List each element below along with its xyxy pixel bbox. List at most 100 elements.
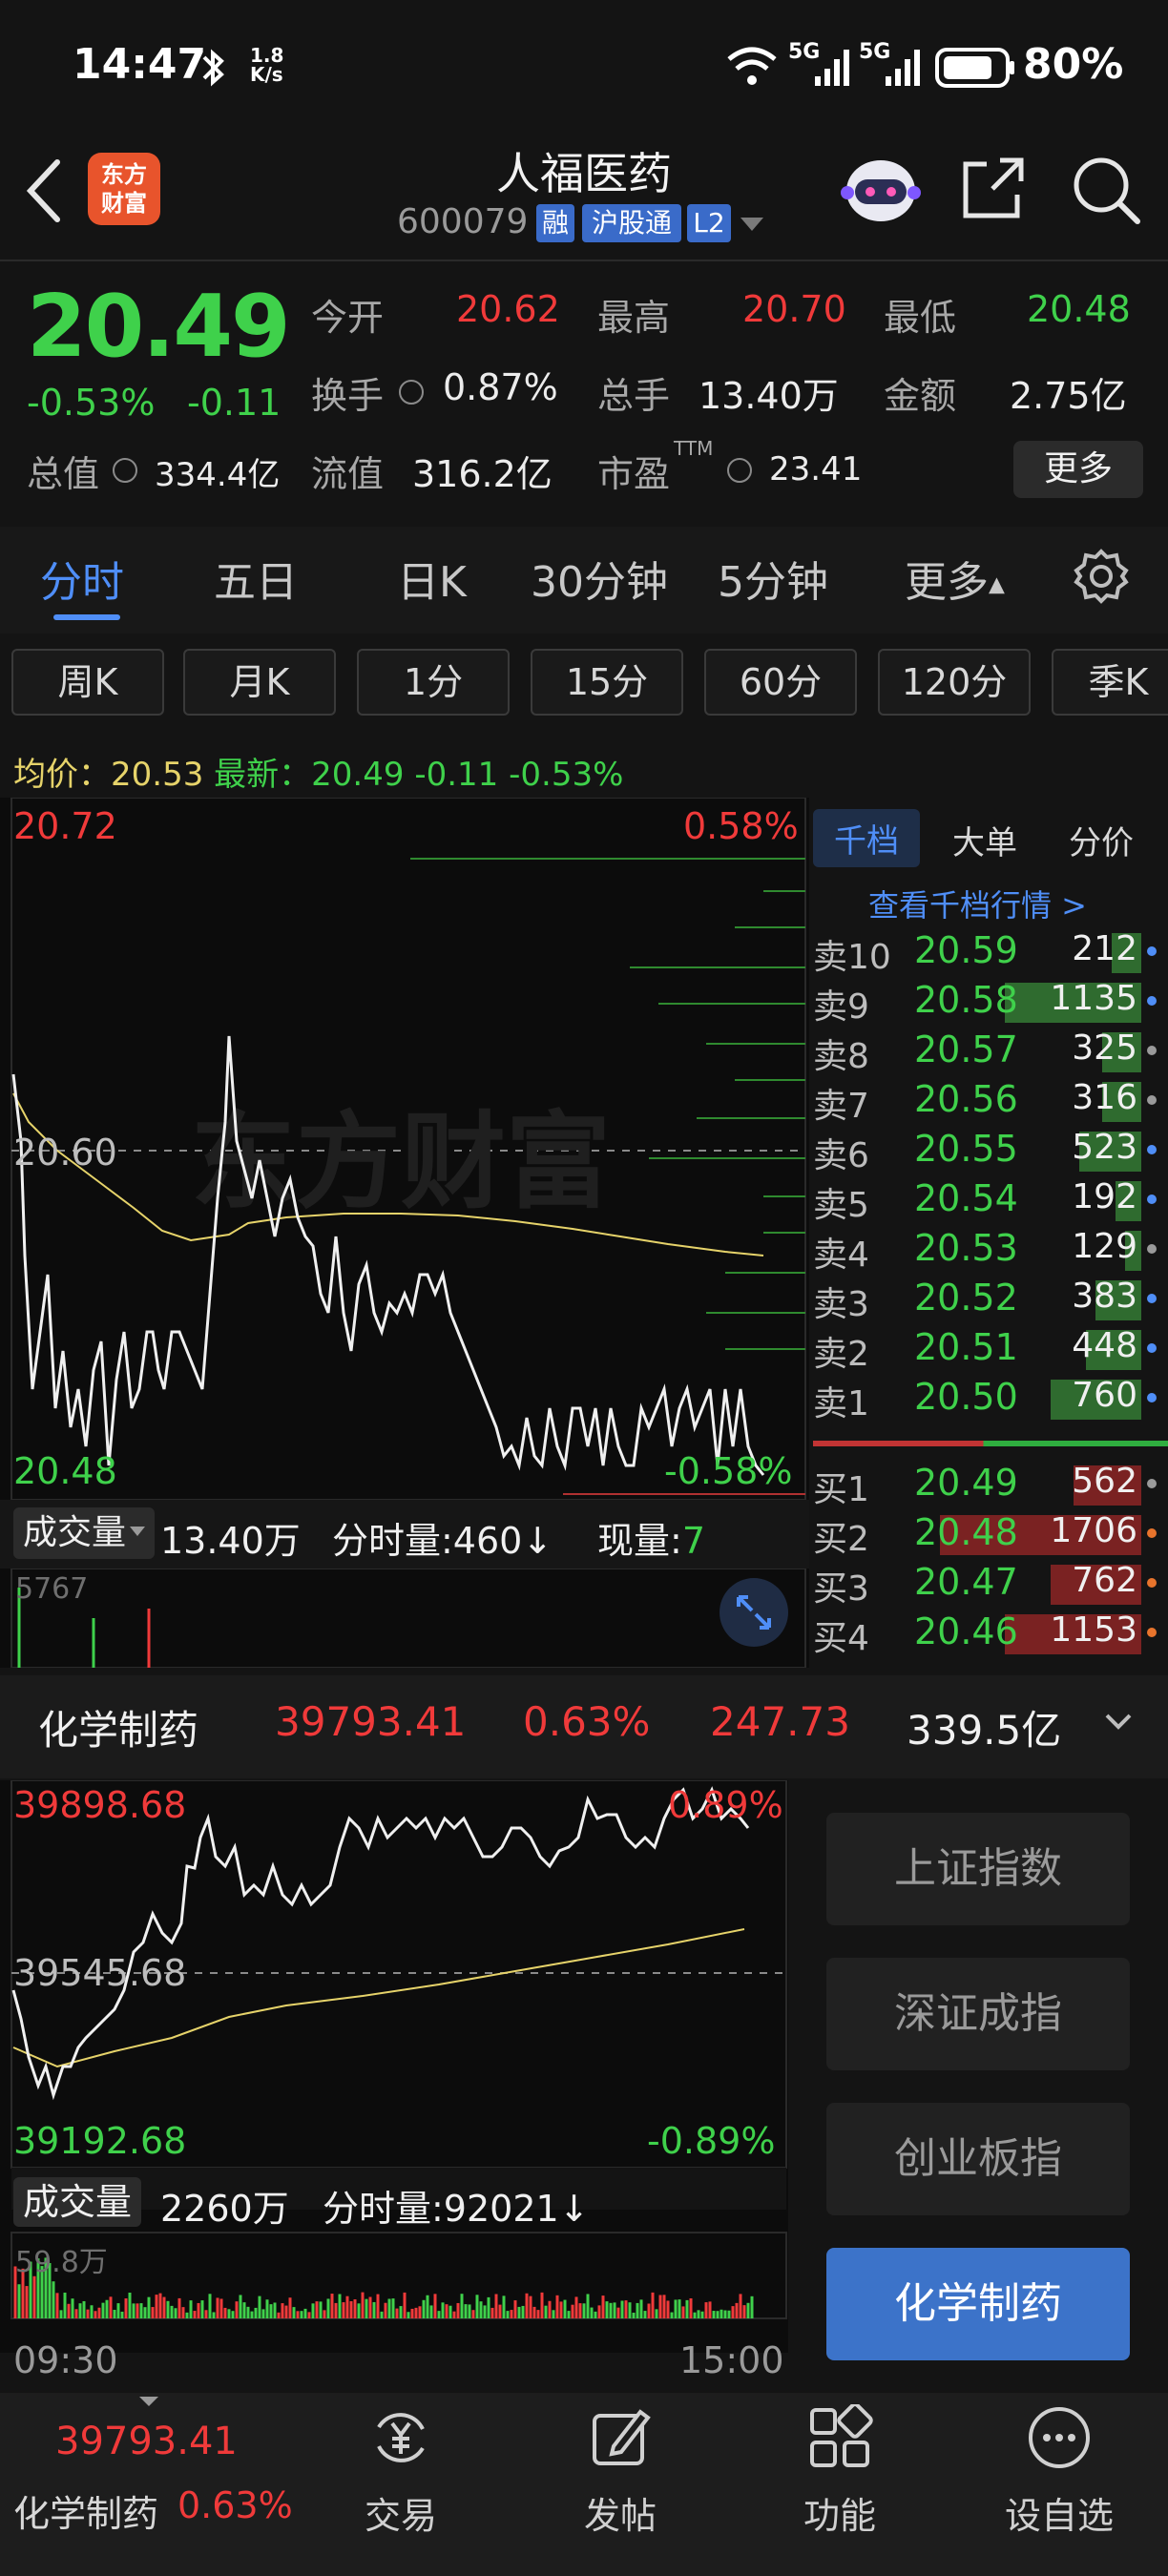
post-edit-icon <box>593 2409 651 2465</box>
orderbook-buy-row[interactable]: 买2 20.48 1706 <box>809 1507 1168 1559</box>
chart2-pct-max: 0.89% <box>668 1784 783 1826</box>
chevron-down-icon[interactable] <box>1099 1708 1137 1736</box>
status-time: 14:47 <box>73 40 207 89</box>
nav-index-value[interactable]: 39793.41 <box>55 2420 238 2463</box>
pe-ttm-superscript: TTM <box>674 437 714 460</box>
share-icon[interactable] <box>960 155 1027 221</box>
search-icon[interactable] <box>1069 153 1141 225</box>
orderbook-price: 20.51 <box>914 1326 1018 1368</box>
latest-change: -0.11 <box>414 756 499 794</box>
tab-more-label: 更多 <box>905 558 989 607</box>
speed-value: 1.8 <box>250 44 284 67</box>
turnover-info-icon[interactable] <box>399 380 424 405</box>
volume-minute: 分时量:460↓ <box>332 1520 553 1562</box>
volume-dropdown-caret[interactable] <box>130 1527 145 1536</box>
orderbook-volume: 1135 <box>1050 979 1137 1018</box>
period-1min[interactable]: 1分 <box>357 649 510 716</box>
orderbook-tab-depth[interactable]: 千档 <box>813 809 920 867</box>
volume-now-label: 现量: <box>597 1520 682 1562</box>
orderbook-sell-row[interactable]: 卖4 20.53 129 <box>809 1223 1168 1275</box>
orderbook-level-label: 卖5 <box>813 1186 869 1225</box>
orderbook-sell-row[interactable]: 卖1 20.50 760 <box>809 1372 1168 1423</box>
orderbook-level-label: 买3 <box>813 1569 869 1609</box>
period-60min[interactable]: 60分 <box>704 649 857 716</box>
orderbook-sell-row[interactable]: 卖2 20.51 448 <box>809 1322 1168 1374</box>
orderbook-depth-link[interactable]: 查看千档行情 > <box>868 882 1087 925</box>
expand-icon[interactable] <box>718 1576 790 1649</box>
sector-index-chart[interactable] <box>0 1780 788 2353</box>
orderbook-buy-row[interactable]: 买3 20.47 762 <box>809 1557 1168 1609</box>
stock-name: 人福医药 <box>496 148 672 199</box>
tab-daily-k[interactable]: 日K <box>397 548 467 609</box>
chart2-y-mid: 39545.68 <box>13 1952 187 1994</box>
sector-volume-label[interactable]: 成交量 <box>13 2177 142 2227</box>
tab-five-day[interactable]: 五日 <box>214 548 298 609</box>
orderbook-sell-row[interactable]: 卖9 20.58 1135 <box>809 975 1168 1027</box>
orderbook-sell-row[interactable]: 卖10 20.59 212 <box>809 925 1168 977</box>
nav-trade[interactable]: 交易 <box>334 2404 468 2539</box>
open-label: 今开 <box>311 297 385 339</box>
more-quote-button[interactable]: 更多 <box>1013 441 1143 498</box>
tab-more[interactable]: 更多▲ <box>905 548 1005 609</box>
period-120min[interactable]: 120分 <box>878 649 1031 716</box>
tab-5min[interactable]: 5分钟 <box>718 548 828 609</box>
robot-assistant-icon[interactable] <box>840 151 922 227</box>
pe-value: 23.41 <box>769 450 863 488</box>
orderbook-buy-row[interactable]: 买4 20.46 1153 <box>809 1607 1168 1658</box>
tab-intraday[interactable]: 分时 <box>40 548 124 609</box>
latest-percent: -0.53% <box>509 756 624 794</box>
nav-functions-label: 功能 <box>803 2495 876 2537</box>
orderbook-dot-icon <box>1147 996 1157 1006</box>
orderbook-price: 20.55 <box>914 1128 1018 1170</box>
chart1-pct-min: -0.58% <box>664 1450 793 1492</box>
tab-30min[interactable]: 30分钟 <box>531 548 668 609</box>
orderbook-sell-row[interactable]: 卖6 20.55 523 <box>809 1124 1168 1175</box>
nav-functions[interactable]: 功能 <box>773 2402 907 2539</box>
market-cap-value: 334.4亿 <box>155 456 281 494</box>
sector-name: 化学制药 <box>38 1707 199 1754</box>
orderbook-price: 20.54 <box>914 1177 1018 1219</box>
volume-value: 13.40万 <box>699 375 839 417</box>
orderbook-dot-icon <box>1147 1046 1157 1055</box>
orderbook-volume: 762 <box>1072 1561 1137 1600</box>
nav-index-percent[interactable]: 0.63% <box>177 2484 293 2526</box>
orderbook-sell-row[interactable]: 卖8 20.57 325 <box>809 1025 1168 1076</box>
tags-dropdown-caret[interactable] <box>740 218 763 231</box>
nav-index-name[interactable]: 化学制药 <box>13 2484 158 2537</box>
index-button-chinext[interactable]: 创业板指 <box>826 2103 1130 2215</box>
period-monthly-k[interactable]: 月K <box>183 649 336 716</box>
orderbook-tab-price[interactable]: 分价 <box>1069 817 1134 863</box>
index-button-szse[interactable]: 深证成指 <box>826 1958 1130 2070</box>
sector-change: 247.73 <box>710 1698 850 1745</box>
orderbook-price: 20.47 <box>914 1561 1018 1603</box>
pe-info-icon[interactable] <box>727 458 752 483</box>
gear-icon[interactable] <box>1073 548 1130 605</box>
orderbook-sell-row[interactable]: 卖7 20.56 316 <box>809 1074 1168 1126</box>
nav-post[interactable]: 发帖 <box>553 2404 687 2539</box>
orderbook-volume: 129 <box>1072 1227 1137 1266</box>
orderbook-buy-row[interactable]: 买1 20.49 562 <box>809 1458 1168 1509</box>
sector-amount: 339.5亿 <box>907 1707 1062 1754</box>
orderbook-level-label: 卖9 <box>813 987 869 1027</box>
orderbook-price: 20.50 <box>914 1376 1018 1418</box>
index-button-sse[interactable]: 上证指数 <box>826 1813 1130 1925</box>
period-15min[interactable]: 15分 <box>531 649 683 716</box>
orderbook-tab-large[interactable]: 大单 <box>952 817 1017 863</box>
orderbook-dot-icon <box>1147 1628 1157 1637</box>
turnover-value: 0.87% <box>443 366 558 408</box>
back-arrow-icon[interactable] <box>21 153 69 229</box>
orderbook-volume: 192 <box>1072 1177 1137 1216</box>
period-quarterly-k[interactable]: 季K <box>1052 649 1168 716</box>
nav-index-caret[interactable] <box>139 2397 158 2406</box>
orderbook-sell-row[interactable]: 卖3 20.52 383 <box>809 1273 1168 1324</box>
index-button-chem-pharma[interactable]: 化学制药 <box>826 2248 1130 2360</box>
orderbook-dot-icon <box>1147 1095 1157 1105</box>
intraday-volume-chart <box>10 1568 806 1668</box>
orderbook-level-label: 卖7 <box>813 1087 869 1126</box>
orderbook-dot-icon <box>1147 1578 1157 1588</box>
orderbook-dot-icon <box>1147 1479 1157 1488</box>
market-cap-info-icon[interactable] <box>113 458 137 483</box>
nav-add-watchlist[interactable]: 设自选 <box>992 2404 1126 2539</box>
orderbook-sell-row[interactable]: 卖5 20.54 192 <box>809 1174 1168 1225</box>
period-weekly-k[interactable]: 周K <box>11 649 164 716</box>
